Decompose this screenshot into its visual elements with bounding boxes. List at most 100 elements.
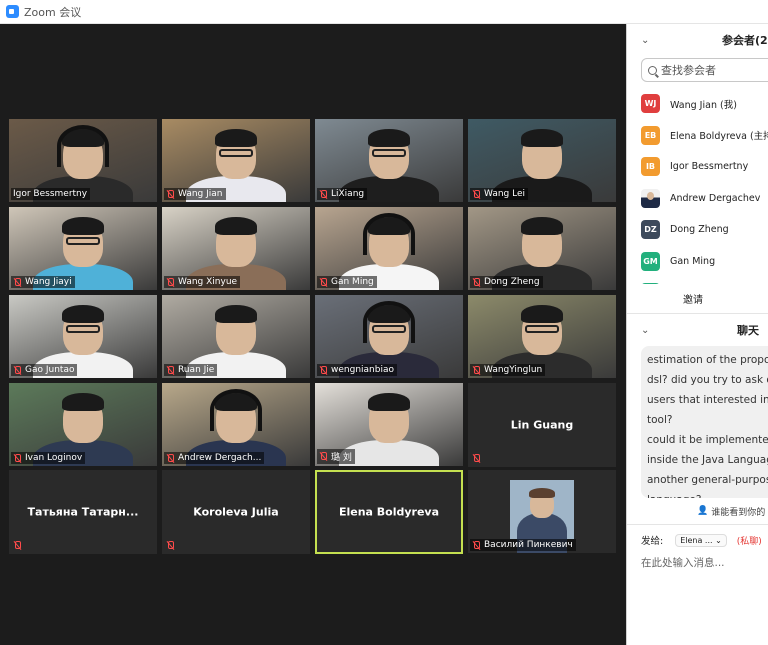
video-tile[interactable]: Ruan Jie bbox=[162, 295, 310, 378]
participant-search-input[interactable]: 查找参会者 bbox=[641, 58, 768, 82]
person-hair bbox=[521, 305, 563, 323]
participants-header[interactable]: ⌄ 参会者(2 bbox=[627, 24, 768, 56]
video-tile[interactable]: Gan Ming bbox=[315, 207, 463, 290]
avatar: DZ bbox=[641, 220, 660, 240]
participant-row[interactable]: GM Gan Ming bbox=[627, 246, 768, 278]
chat-message-line: inside the Java Languag bbox=[647, 454, 768, 466]
participant-row[interactable]: EB Elena Boldyreva (主持 bbox=[627, 120, 768, 152]
chat-message-line: another general-purpos bbox=[647, 474, 768, 486]
chat-message-line: could it be implemente bbox=[647, 434, 768, 446]
muted-mic-icon bbox=[319, 452, 328, 461]
participant-row[interactable]: IB Igor Bessmertny bbox=[627, 151, 768, 183]
video-tile[interactable]: Василий Пинкевич bbox=[468, 470, 616, 553]
video-tile[interactable]: LiXiang bbox=[315, 119, 463, 202]
participant-row[interactable]: DZ Dong Zheng bbox=[627, 214, 768, 246]
video-tile[interactable]: WangYinglun bbox=[468, 295, 616, 378]
invite-button[interactable]: 邀请 bbox=[683, 291, 703, 306]
participant-row[interactable]: Andrew Dergachev bbox=[627, 183, 768, 215]
participant-list-name: Elena Boldyreva (主持 bbox=[670, 131, 768, 143]
video-tile[interactable]: Lin Guang bbox=[468, 383, 616, 467]
participant-name: Ruan Jie bbox=[178, 365, 215, 375]
video-tile[interactable]: Wang Jian bbox=[162, 119, 310, 202]
participants-title: 参会者(2 bbox=[722, 34, 768, 47]
person-hair bbox=[368, 393, 410, 411]
participant-name: Wang Jiayi bbox=[25, 277, 72, 287]
video-tile[interactable]: Andrew Dergach... bbox=[162, 383, 310, 466]
muted-mic-icon bbox=[13, 277, 22, 287]
participant-nameplate: Dong Zheng bbox=[470, 276, 543, 288]
participant-nameplate: Gao Juntao bbox=[11, 364, 78, 376]
video-tile[interactable]: Татьяна Татарн... bbox=[9, 470, 157, 554]
chevron-down-icon[interactable]: ⌄ bbox=[641, 325, 649, 336]
chat-message-line: dsl? did you try to ask o bbox=[647, 374, 768, 386]
video-tile[interactable]: Koroleva Julia bbox=[162, 470, 310, 554]
muted-mic-icon bbox=[472, 540, 481, 550]
window-titlebar: Zoom 会议 bbox=[0, 0, 768, 24]
video-tile[interactable]: Wang Jiayi bbox=[9, 207, 157, 290]
video-tile[interactable]: Dong Zheng bbox=[468, 207, 616, 290]
chat-message-line: language? bbox=[647, 490, 768, 498]
avatar bbox=[641, 188, 660, 208]
video-tile[interactable]: Wang Lei bbox=[468, 119, 616, 202]
invite-row: 邀请 bbox=[627, 284, 768, 314]
person-hair bbox=[62, 217, 104, 235]
participant-nameplate: 璐 刘 bbox=[317, 449, 355, 464]
participant-nameplate: WangYinglun bbox=[470, 364, 546, 376]
muted-mic-icon bbox=[166, 189, 175, 199]
chat-message-bubble: estimation of the propo dsl? did you try … bbox=[641, 346, 768, 498]
search-icon bbox=[648, 65, 657, 75]
muted-mic-icon bbox=[166, 277, 175, 287]
video-tile[interactable]: 璐 刘 bbox=[315, 383, 463, 466]
muted-mic-icon bbox=[319, 365, 328, 375]
participant-nameplate: Andrew Dergach... bbox=[164, 452, 265, 464]
glasses bbox=[66, 325, 100, 333]
person-hair bbox=[521, 217, 563, 235]
chat-input[interactable]: 在此处输入消息... bbox=[641, 555, 768, 570]
participant-name: Татьяна Татарн... bbox=[27, 505, 139, 519]
chat-message-line: users that interested in t bbox=[647, 394, 768, 406]
chevron-down-icon[interactable]: ⌄ bbox=[641, 35, 649, 46]
participant-name: Dong Zheng bbox=[484, 277, 540, 287]
recipient-value: Elena ... bbox=[680, 535, 713, 545]
who-can-see-link[interactable]: 👤 谁能看到你的 bbox=[627, 498, 768, 524]
participant-row[interactable]: WJ Wang Jian (我) bbox=[627, 88, 768, 120]
video-tile[interactable]: Wang Xinyue bbox=[162, 207, 310, 290]
chat-header[interactable]: ⌄ 聊天 bbox=[627, 314, 768, 346]
participant-row[interactable]: GJGao Juntao bbox=[627, 277, 768, 284]
send-to-label: 发给: bbox=[641, 536, 664, 547]
participant-name: Andrew Dergach... bbox=[178, 453, 262, 463]
who-can-see-label: 谁能看到你的 bbox=[711, 507, 766, 518]
participant-nameplate: Ivan Loginov bbox=[11, 452, 86, 464]
person-hair bbox=[368, 129, 410, 147]
person-icon: 👤 bbox=[697, 506, 709, 516]
chevron-down-icon: ⌄ bbox=[715, 535, 722, 545]
muted-mic-icon bbox=[472, 277, 481, 287]
person-hair bbox=[215, 305, 257, 323]
muted-mic-icon bbox=[166, 453, 175, 463]
participant-nameplate: Wang Jian bbox=[164, 188, 226, 200]
participant-list[interactable]: WJ Wang Jian (我) EB Elena Boldyreva (主持 IB Ig… bbox=[627, 88, 768, 284]
video-tile[interactable]: Gao Juntao bbox=[9, 295, 157, 378]
avatar: GJ bbox=[641, 283, 660, 284]
recipient-dropdown[interactable]: Elena ... ⌄ bbox=[675, 533, 727, 547]
participant-list-name: Andrew Dergachev bbox=[670, 192, 761, 204]
participant-nameplate: Василий Пинкевич bbox=[470, 539, 576, 551]
participant-name: Ivan Loginov bbox=[25, 453, 83, 463]
gallery-view: Igor Bessmertny Wang Jian LiXiang Wang Lei W… bbox=[0, 24, 626, 645]
video-tile[interactable]: Igor Bessmertny bbox=[9, 119, 157, 202]
headset bbox=[363, 301, 415, 343]
headset bbox=[210, 389, 262, 431]
participant-nameplate: Gan Ming bbox=[317, 276, 377, 288]
chat-message-line: tool? bbox=[647, 414, 673, 426]
video-tile[interactable]: Ivan Loginov bbox=[9, 383, 157, 466]
glasses bbox=[372, 149, 406, 157]
video-tile[interactable]: wengnianbiao bbox=[315, 295, 463, 378]
muted-mic-icon bbox=[13, 365, 22, 375]
participant-nameplate: Igor Bessmertny bbox=[11, 188, 91, 200]
avatar: WJ bbox=[641, 94, 660, 114]
muted-mic-icon bbox=[472, 454, 481, 463]
participant-name: Lin Guang bbox=[510, 418, 574, 432]
participant-name: Василий Пинкевич bbox=[484, 540, 573, 550]
video-tile[interactable]: Elena Boldyreva bbox=[315, 470, 463, 554]
participant-name: Gao Juntao bbox=[25, 365, 75, 375]
